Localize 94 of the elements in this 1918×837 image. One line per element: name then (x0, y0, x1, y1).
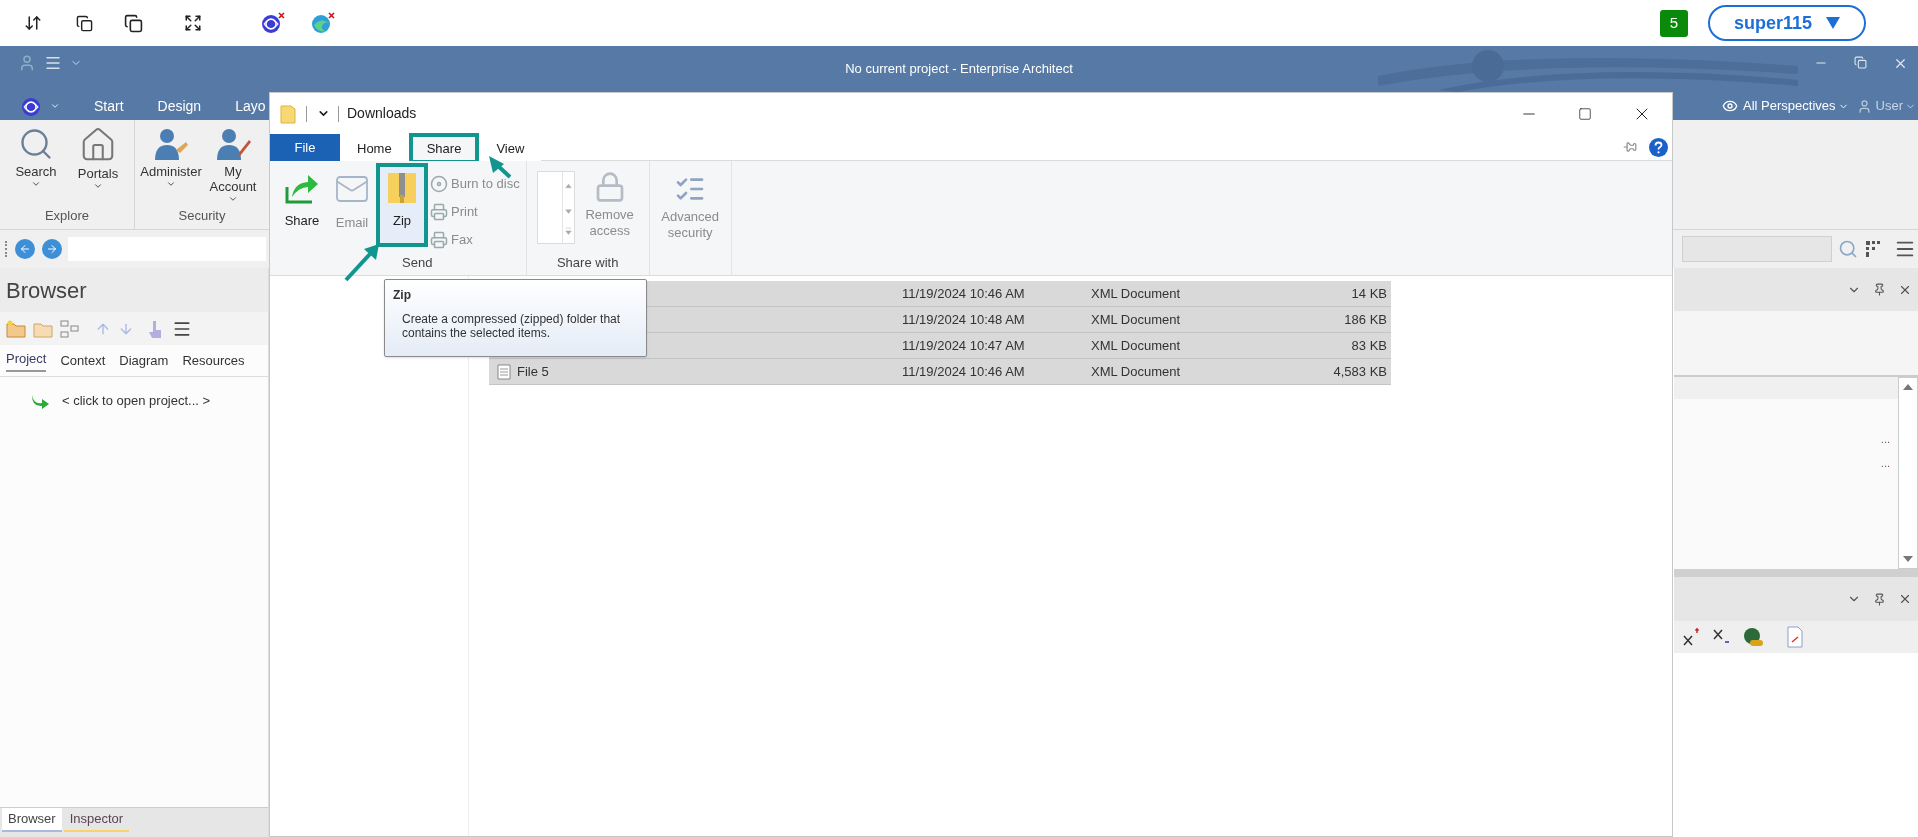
globe-link-icon[interactable] (1742, 626, 1764, 648)
file-size: 83 KB (1351, 336, 1388, 355)
ellipsis-button[interactable]: ... (1880, 429, 1890, 449)
close-icon[interactable] (1898, 592, 1912, 606)
file-row[interactable]: File 5 11/19/2024 10:46 AM XML Document 4,583 KB (489, 359, 1391, 385)
forward-button[interactable] (42, 239, 62, 259)
file-type: XML Document (1091, 362, 1182, 381)
ribbon-tab[interactable]: Layo (235, 95, 266, 117)
ribbon-button[interactable]: Search (6, 126, 66, 206)
file-type: XML Document (1091, 284, 1182, 303)
arrow-annotation (344, 244, 379, 282)
group-label: Security (177, 206, 227, 225)
windows-icon[interactable] (76, 14, 93, 32)
arrow-icon (19, 243, 31, 255)
help-icon[interactable] (1649, 137, 1668, 157)
superscript-icon[interactable] (1682, 628, 1702, 646)
file-date: 11/19/2024 10:46 AM (902, 362, 1026, 381)
magnifier-icon (18, 126, 54, 162)
tree-item[interactable]: < click to open project... > (62, 391, 211, 411)
window-title: Downloads (347, 104, 417, 123)
ribbon-tab[interactable]: Share (411, 136, 477, 161)
window-title: No current project - Enterprise Architect (845, 60, 1073, 79)
scrollbar[interactable] (1898, 377, 1918, 569)
user-icon[interactable] (18, 54, 36, 72)
scroll-down-icon[interactable] (1903, 556, 1913, 562)
file-name: File 5 (517, 362, 549, 381)
zip-folder-icon (387, 171, 417, 205)
panel-tab[interactable]: Browser (2, 808, 62, 832)
group-label: Send (402, 253, 433, 272)
eye-icon (1722, 98, 1739, 114)
scroll-up-icon[interactable] (1903, 384, 1913, 390)
panel-title: Browser (6, 276, 87, 305)
scroll-arrows-icon[interactable] (561, 172, 574, 243)
ribbon-tab[interactable]: View (482, 136, 539, 161)
caret-icon (228, 194, 238, 204)
ellipsis-button[interactable]: ... (1880, 453, 1890, 473)
ribbon-tab[interactable]: File (270, 134, 340, 161)
user-icon (1856, 98, 1872, 114)
ribbon-tab[interactable]: Home (343, 136, 406, 161)
tooltip-title: Zip (393, 287, 412, 304)
pin-icon[interactable] (1873, 283, 1886, 296)
new-folder-icon[interactable] (6, 319, 26, 338)
cascade-icon[interactable] (124, 13, 143, 33)
file-date: 11/19/2024 10:48 AM (902, 310, 1026, 329)
printer-icon (430, 203, 448, 221)
ribbon-button[interactable]: Share (280, 167, 324, 243)
caret-icon (166, 179, 176, 189)
count-badge: 5 (1660, 9, 1688, 37)
caret-icon (31, 179, 41, 189)
account-dropdown[interactable]: super115 (1708, 5, 1866, 41)
perspectives-menu[interactable]: All Perspectives (1743, 96, 1836, 116)
file-size: 186 KB (1344, 310, 1388, 329)
ribbon-button[interactable]: My Account (203, 126, 263, 206)
ribbon-button[interactable]: Portals (68, 126, 128, 206)
logo-icon[interactable] (260, 11, 286, 35)
subscript-icon[interactable] (1712, 628, 1732, 646)
diagram-icon[interactable] (60, 319, 80, 338)
document-icon[interactable] (1786, 626, 1804, 648)
arrow-annotation (489, 156, 512, 179)
browser-logo-icon[interactable] (310, 11, 336, 35)
file-date: 11/19/2024 10:46 AM (902, 284, 1026, 303)
restore-icon[interactable] (1854, 56, 1867, 69)
search-icon[interactable] (1838, 239, 1858, 259)
user-key-icon (152, 126, 190, 162)
document-icon (497, 363, 511, 380)
ribbon-button[interactable]: Administer (141, 126, 201, 206)
panel-tab[interactable]: Project (6, 349, 47, 372)
ribbon-tab[interactable]: Design (157, 95, 202, 117)
file-size: 14 KB (1351, 284, 1388, 303)
disc-icon (430, 175, 448, 193)
panel-tab[interactable]: Resources (182, 350, 245, 371)
panel-tab[interactable]: Context (60, 350, 106, 371)
layout-icon[interactable] (44, 54, 62, 72)
back-button[interactable] (15, 239, 35, 259)
panel-tab[interactable]: Diagram (119, 350, 169, 371)
caret-icon[interactable] (50, 101, 60, 111)
user-pen-icon (214, 126, 252, 162)
file-date: 11/19/2024 10:47 AM (902, 336, 1026, 355)
file-size: 4,583 KB (1333, 362, 1388, 381)
arrow-icon (46, 243, 58, 255)
maximize-icon[interactable] (1578, 106, 1592, 121)
ribbon-tab[interactable]: Start (94, 95, 124, 117)
group-label: Share with (555, 253, 620, 272)
pin-icon[interactable] (1623, 140, 1637, 154)
file-type: XML Document (1091, 310, 1182, 329)
expand-icon[interactable] (184, 14, 202, 32)
sort-icon[interactable] (24, 14, 42, 32)
caret-icon (93, 181, 103, 191)
group-label: Explore (43, 206, 91, 225)
pin-icon[interactable] (1873, 592, 1886, 606)
panel-tab[interactable]: Inspector (63, 808, 130, 832)
caret-icon (1826, 17, 1841, 29)
file-type: XML Document (1091, 336, 1182, 355)
search-field[interactable] (1682, 236, 1832, 262)
